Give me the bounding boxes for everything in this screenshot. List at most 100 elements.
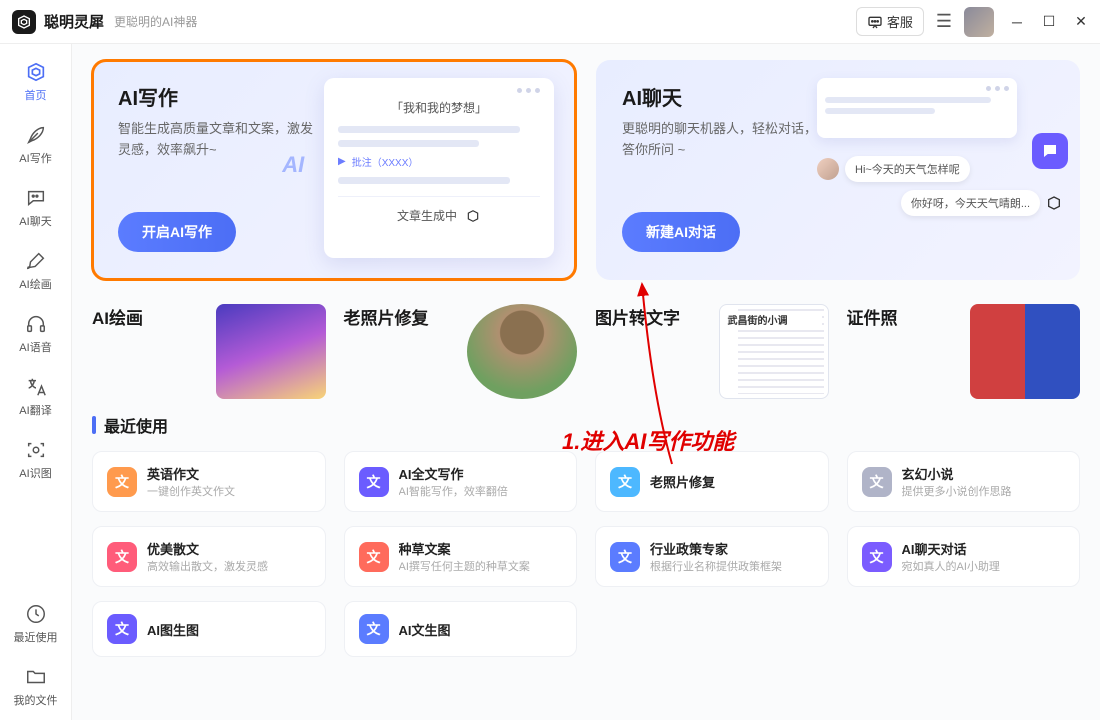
sidebar-item-vision[interactable]: AI识图 [6, 430, 66, 489]
recent-icon: 文 [610, 542, 640, 572]
recent-sub: 高效输出散文，激发灵感 [147, 558, 268, 574]
brush-icon [24, 249, 48, 273]
tile-title: 图片转文字 [595, 304, 680, 329]
maximize-button[interactable]: ☐ [1042, 15, 1056, 29]
chat-bubble-user: Hi~今天的天气怎样呢 [845, 156, 970, 182]
chat-preview: Hi~今天的天气怎样呢 你好呀，今天天气晴朗... [817, 78, 1062, 268]
recent-item[interactable]: 文 AI图生图 [92, 601, 326, 657]
clock-icon [24, 602, 48, 626]
recent-title: AI聊天对话 [902, 539, 1000, 558]
hex-logo-icon [465, 208, 481, 224]
recent-item[interactable]: 文 老照片修复 [595, 451, 829, 512]
tile-thumb-photo [467, 304, 577, 399]
recent-icon: 文 [359, 542, 389, 572]
sidebar-item-write[interactable]: AI写作 [6, 115, 66, 174]
recent-item[interactable]: 文 行业政策专家 根据行业名称提供政策框架 [595, 526, 829, 587]
sidebar-item-label: AI绘画 [19, 276, 51, 292]
close-button[interactable]: ✕ [1074, 15, 1088, 29]
avatar-icon [817, 158, 839, 180]
recent-title: 玄幻小说 [902, 464, 1012, 483]
menu-icon[interactable]: ☰ [936, 11, 952, 32]
write-preview-title: 「我和我的梦想」 [338, 99, 540, 116]
avatar[interactable] [964, 7, 994, 37]
folder-icon [24, 665, 48, 689]
hero-write-title: AI写作 [118, 82, 314, 111]
start-write-button[interactable]: 开启AI写作 [118, 212, 236, 252]
recent-sub: 根据行业名称提供政策框架 [650, 558, 782, 574]
ai-badge-icon: AI [282, 152, 304, 178]
recent-sub: 提供更多小说创作思路 [902, 483, 1012, 499]
sidebar-item-files[interactable]: 我的文件 [6, 657, 66, 716]
tile-title: 证件照 [847, 304, 898, 329]
hex-logo-icon [1046, 195, 1062, 211]
app-tagline: 更聪明的AI神器 [114, 13, 197, 30]
tile-img-to-text[interactable]: 图片转文字 武昌街的小调 [595, 304, 829, 399]
recent-title: 老照片修复 [650, 472, 715, 491]
hero-chat-title: AI聊天 [622, 82, 818, 111]
recent-icon: 文 [107, 542, 137, 572]
sidebar-item-translate[interactable]: AI翻译 [6, 367, 66, 426]
recent-icon: 文 [107, 467, 137, 497]
home-icon [24, 60, 48, 84]
chat-icon [24, 186, 48, 210]
recent-icon: 文 [359, 467, 389, 497]
translate-icon [24, 375, 48, 399]
tile-photo-restore[interactable]: 老照片修复 [344, 304, 578, 399]
tile-thumb-doc: 武昌街的小调 [719, 304, 829, 399]
sidebar-item-recent[interactable]: 最近使用 [6, 594, 66, 653]
titlebar: 聪明灵犀 更聪明的AI神器 客服 ☰ ─ ☐ ✕ [0, 0, 1100, 44]
recent-item[interactable]: 文 种草文案 AI撰写任何主题的种草文案 [344, 526, 578, 587]
recent-icon: 文 [107, 614, 137, 644]
feather-icon [24, 123, 48, 147]
sidebar-item-label: AI翻译 [19, 402, 51, 418]
recent-item[interactable]: 文 AI文生图 [344, 601, 578, 657]
chat-bubble-ai: 你好呀，今天天气晴朗... [901, 190, 1040, 216]
tile-ai-paint[interactable]: AI绘画 [92, 304, 326, 399]
sidebar-item-chat[interactable]: AI聊天 [6, 178, 66, 237]
sidebar-item-label: AI识图 [19, 465, 51, 481]
sidebar: 首页 AI写作 AI聊天 AI绘画 AI语音 AI翻译 AI识图 最 [0, 44, 72, 720]
hero-card-write[interactable]: AI写作 智能生成高质量文章和文案，激发灵感，效率飙升~ 开启AI写作 AI 「… [92, 60, 576, 280]
sidebar-item-voice[interactable]: AI语音 [6, 304, 66, 363]
recent-title: AI图生图 [147, 620, 199, 639]
tile-id-photo[interactable]: 证件照 [847, 304, 1081, 399]
sidebar-item-label: AI语音 [19, 339, 51, 355]
tile-title: 老照片修复 [344, 304, 429, 329]
recent-title: 种草文案 [399, 539, 530, 558]
recent-icon: 文 [862, 542, 892, 572]
minimize-button[interactable]: ─ [1010, 15, 1024, 29]
recent-item[interactable]: 文 AI全文写作 AI智能写作，效率翻倍 [344, 451, 578, 512]
scan-icon [24, 438, 48, 462]
recent-item[interactable]: 文 玄幻小说 提供更多小说创作思路 [847, 451, 1081, 512]
headphone-icon [24, 312, 48, 336]
sidebar-item-home[interactable]: 首页 [6, 52, 66, 111]
hero-card-chat[interactable]: AI聊天 更聪明的聊天机器人，轻松对话，答你所问 ~ 新建AI对话 [596, 60, 1080, 280]
recent-icon: 文 [862, 467, 892, 497]
new-chat-button[interactable]: 新建AI对话 [622, 212, 740, 252]
recent-sub: 宛如真人的AI小助理 [902, 558, 1000, 574]
recent-item[interactable]: 文 英语作文 一键创作英文作文 [92, 451, 326, 512]
recent-title: AI文生图 [399, 620, 451, 639]
tile-thumb-art [216, 304, 326, 399]
recent-grid: 文 英语作文 一键创作英文作文文 AI全文写作 AI智能写作，效率翻倍文 老照片… [92, 451, 1080, 657]
recent-sub: AI智能写作，效率翻倍 [399, 483, 508, 499]
sidebar-item-label: 最近使用 [14, 629, 58, 645]
recent-icon: 文 [359, 614, 389, 644]
recent-item[interactable]: 文 AI聊天对话 宛如真人的AI小助理 [847, 526, 1081, 587]
main: AI写作 智能生成高质量文章和文案，激发灵感，效率飙升~ 开启AI写作 AI 「… [72, 44, 1100, 720]
sidebar-item-paint[interactable]: AI绘画 [6, 241, 66, 300]
sidebar-item-label: AI写作 [19, 150, 51, 166]
tile-title: AI绘画 [92, 304, 143, 329]
support-button[interactable]: 客服 [856, 7, 924, 36]
doc-title: 武昌街的小调 [726, 311, 822, 328]
support-label: 客服 [887, 12, 913, 31]
recent-header: 最近使用 [92, 413, 1080, 437]
recent-icon: 文 [610, 467, 640, 497]
app-title: 聪明灵犀 [44, 11, 104, 32]
recent-title: 行业政策专家 [650, 539, 782, 558]
chat-bubble-icon [867, 14, 883, 30]
recent-item[interactable]: 文 优美散文 高效输出散文，激发灵感 [92, 526, 326, 587]
app-logo-icon [12, 10, 36, 34]
recent-sub: AI撰写任何主题的种草文案 [399, 558, 530, 574]
hero-chat-desc: 更聪明的聊天机器人，轻松对话，答你所问 ~ [622, 119, 818, 161]
